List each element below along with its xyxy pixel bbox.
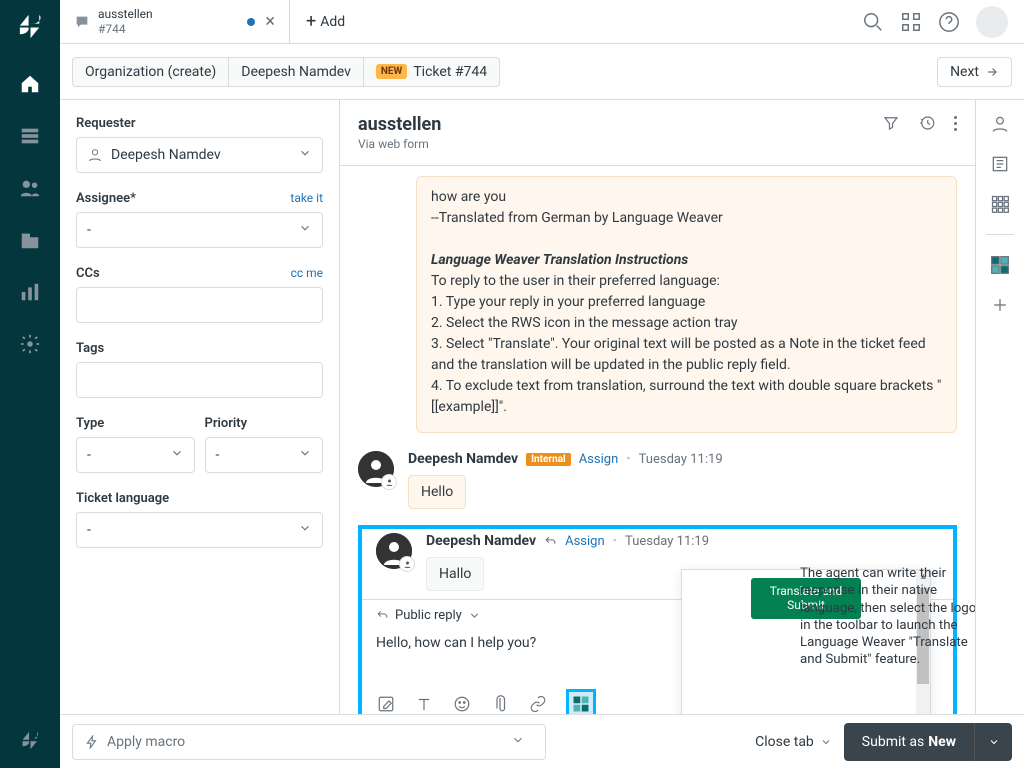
ticket-lang-label: Ticket language [76, 491, 323, 506]
user-avatar[interactable] [976, 6, 1008, 38]
emoji-icon[interactable] [452, 694, 472, 714]
ticket-title: ausstellen [358, 114, 441, 135]
left-nav [0, 0, 60, 768]
search-icon[interactable] [862, 11, 884, 33]
chevron-down-icon [820, 736, 832, 748]
priority-label: Priority [205, 416, 324, 431]
internal-badge: Internal [526, 453, 571, 466]
chevron-down-icon [298, 146, 312, 164]
requester-label: Requester [76, 116, 323, 131]
chevron-down-icon [468, 609, 481, 622]
chevron-down-icon [298, 446, 312, 464]
filter-icon[interactable] [882, 114, 900, 132]
tags-label: Tags [76, 341, 323, 356]
grid-icon[interactable] [900, 11, 922, 33]
nav-home-icon[interactable] [14, 68, 46, 100]
nav-reports-icon[interactable] [14, 276, 46, 308]
arrow-right-icon [985, 65, 999, 79]
ccs-input[interactable] [76, 287, 323, 323]
cc-me-link[interactable]: cc me [291, 266, 323, 281]
crumb-ticket[interactable]: NEW Ticket #744 [364, 57, 500, 87]
compose-icon[interactable] [376, 694, 396, 714]
type-select[interactable]: - [76, 437, 195, 473]
timestamp: Tuesday 11:19 [625, 534, 709, 549]
nav-zendesk-icon[interactable] [14, 724, 46, 756]
add-tab-button[interactable]: +Add [290, 11, 361, 32]
nav-admin-icon[interactable] [14, 328, 46, 360]
add-app-icon[interactable] [990, 295, 1010, 315]
reply-icon [376, 609, 389, 622]
footer: Apply macro Close tab Submit as New [60, 714, 1024, 768]
text-icon[interactable] [414, 694, 434, 714]
avatar [358, 451, 394, 487]
priority-select[interactable]: - [205, 437, 324, 473]
assignee-select[interactable]: - [76, 212, 323, 248]
breadcrumb-row: Organization (create) Deepesh Namdev NEW… [60, 44, 1024, 100]
new-badge: NEW [376, 64, 407, 79]
close-icon[interactable]: × [265, 11, 275, 32]
crumb-organization[interactable]: Organization (create) [72, 57, 229, 87]
history-icon[interactable] [918, 114, 936, 132]
help-icon[interactable] [938, 11, 960, 33]
unsaved-dot [247, 18, 255, 26]
tags-input[interactable] [76, 362, 323, 398]
apply-macro-select[interactable]: Apply macro [72, 724, 546, 760]
context-rail [976, 100, 1024, 714]
assignee-label: Assignee* [76, 191, 136, 206]
ticket-via: Via web form [358, 137, 441, 151]
lightning-icon [85, 735, 99, 749]
tab-sub: #744 [98, 22, 153, 36]
nav-views-icon[interactable] [14, 120, 46, 152]
next-button[interactable]: Next [937, 57, 1012, 87]
close-tab-button[interactable]: Close tab [755, 734, 832, 750]
timestamp: Tuesday 11:19 [639, 452, 723, 467]
language-weaver-app-icon[interactable] [990, 255, 1010, 275]
chevron-down-icon [511, 733, 533, 751]
tab-ticket[interactable]: ausstellen #744 × [60, 0, 290, 44]
apps-icon[interactable] [990, 194, 1010, 214]
language-weaver-icon[interactable] [566, 689, 596, 714]
link-icon[interactable] [528, 694, 548, 714]
message-body: Hello [408, 475, 466, 509]
chat-icon [74, 14, 90, 30]
user-icon[interactable] [990, 114, 1010, 134]
conversation-panel: ausstellen Via web form how are you --Tr… [340, 100, 976, 714]
type-label: Type [76, 416, 195, 431]
nav-customers-icon[interactable] [14, 172, 46, 204]
chevron-down-icon [988, 736, 1000, 748]
chevron-down-icon [298, 521, 312, 539]
ticket-sidebar: Requester Deepesh Namdev Assignee* take i… [60, 100, 340, 714]
channel-icon [381, 474, 397, 490]
assign-link[interactable]: Assign [579, 452, 619, 467]
plus-icon: + [306, 11, 316, 32]
channel-icon [399, 556, 415, 572]
crumb-user[interactable]: Deepesh Namdev [229, 57, 364, 87]
reply-icon [544, 535, 557, 548]
submit-dropdown[interactable] [974, 723, 1012, 761]
take-it-link[interactable]: take it [290, 191, 323, 206]
knowledge-icon[interactable] [990, 154, 1010, 174]
submit-button-group: Submit as New [844, 723, 1012, 761]
requester-select[interactable]: Deepesh Namdev [76, 137, 323, 173]
tab-bar: ausstellen #744 × +Add [60, 0, 1024, 44]
ticket-lang-select[interactable]: - [76, 512, 323, 548]
app-logo [16, 12, 44, 40]
chevron-down-icon [170, 446, 184, 464]
tab-title: ausstellen [98, 7, 153, 21]
chevron-down-icon [298, 221, 312, 239]
message-internal: Deepesh Namdev Internal Assign • Tuesday… [358, 451, 957, 509]
submit-button[interactable]: Submit as New [844, 723, 974, 761]
more-icon[interactable] [954, 114, 957, 132]
callout-text: The agent can write their response in th… [800, 565, 975, 669]
translation-note: how are you --Translated from German by … [416, 176, 957, 433]
user-icon [87, 147, 103, 163]
message-body: Hallo [426, 557, 484, 591]
ccs-label: CCs [76, 266, 100, 281]
avatar [376, 533, 412, 569]
attachment-icon[interactable] [490, 694, 510, 714]
assign-link[interactable]: Assign [565, 534, 605, 549]
nav-org-icon[interactable] [14, 224, 46, 256]
